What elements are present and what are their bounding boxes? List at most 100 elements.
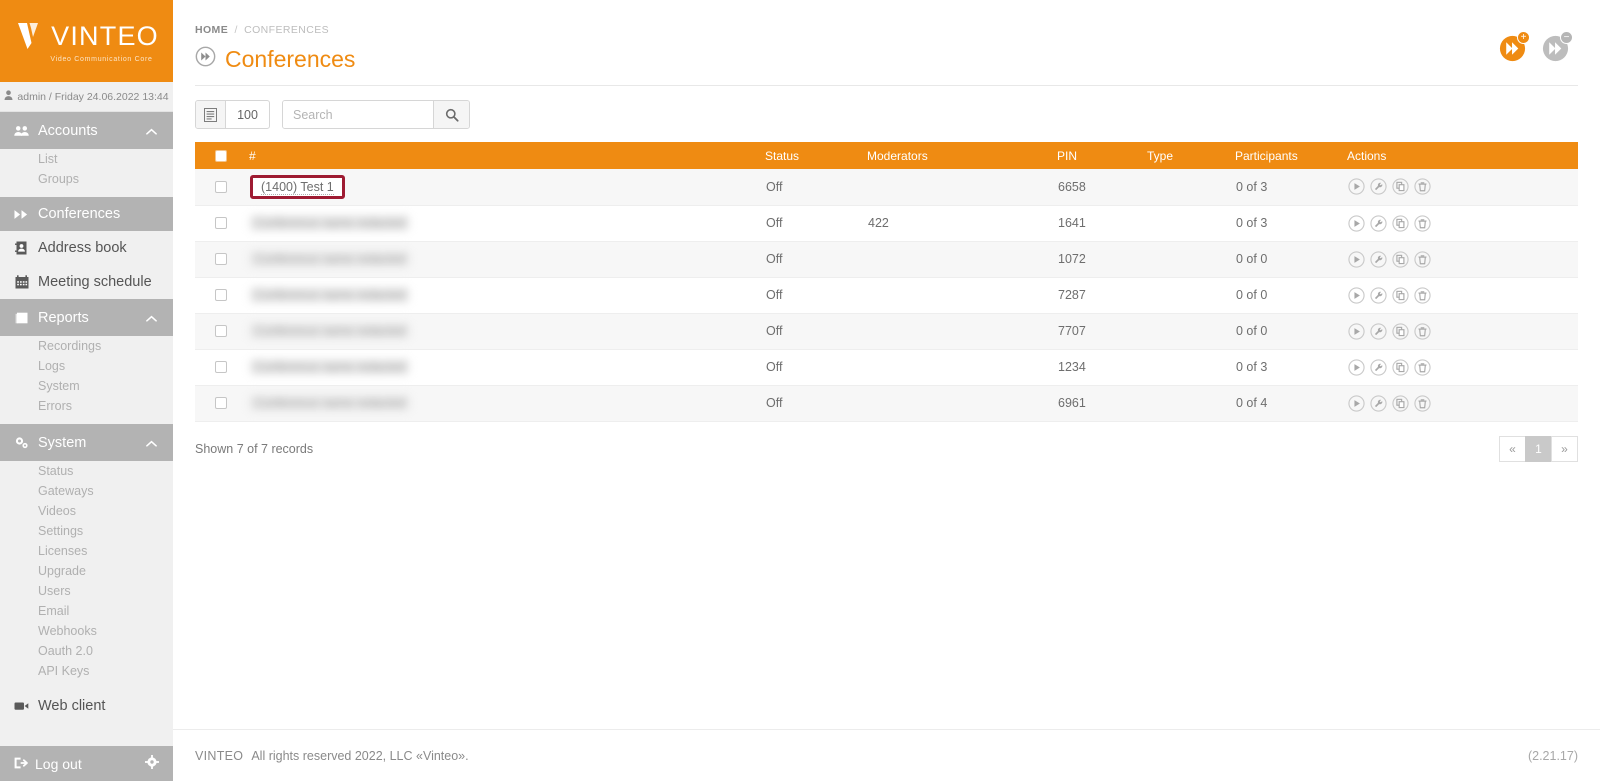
sidebar-item-settings[interactable]: Settings xyxy=(0,521,173,541)
sidebar-item-errors[interactable]: Errors xyxy=(0,396,173,416)
sidebar-item-webhooks[interactable]: Webhooks xyxy=(0,621,173,641)
sidebar-item-licenses[interactable]: Licenses xyxy=(0,541,173,561)
trash-icon[interactable] xyxy=(1414,178,1431,195)
trash-icon[interactable] xyxy=(1414,251,1431,268)
conference-name-link[interactable]: Conference name redacted xyxy=(250,251,409,267)
sidebar-item-groups[interactable]: Groups xyxy=(0,169,173,189)
conference-name-link[interactable]: (1400) Test 1 xyxy=(261,180,334,195)
sidebar-item-gateways[interactable]: Gateways xyxy=(0,481,173,501)
conference-name-link[interactable]: Conference name redacted xyxy=(250,287,409,303)
pagination-prev[interactable]: « xyxy=(1499,436,1526,462)
header-name[interactable]: # xyxy=(249,142,765,169)
search-box[interactable] xyxy=(282,100,470,129)
sidebar-group-reports[interactable]: Reports xyxy=(0,299,173,336)
sidebar-item-web-client[interactable]: Web client xyxy=(0,689,173,723)
sidebar-item-conferences[interactable]: Conferences xyxy=(0,197,173,231)
sidebar-item-address-book-label: Address book xyxy=(38,240,127,256)
pagination-next[interactable]: » xyxy=(1551,436,1578,462)
header-type[interactable]: Type xyxy=(1147,142,1235,169)
table-row[interactable]: (1400) Test 1Off66580 of 3 xyxy=(195,169,1578,205)
play-icon[interactable] xyxy=(1348,178,1365,195)
sidebar-item-videos[interactable]: Videos xyxy=(0,501,173,521)
search-input[interactable] xyxy=(283,101,433,128)
sidebar-item-recordings[interactable]: Recordings xyxy=(0,336,173,356)
wrench-icon[interactable] xyxy=(1370,178,1387,195)
trash-icon[interactable] xyxy=(1414,287,1431,304)
sidebar-group-accounts[interactable]: Accounts xyxy=(0,112,173,149)
list-icon[interactable] xyxy=(196,101,226,128)
gear-icon[interactable] xyxy=(145,755,159,772)
play-icon[interactable] xyxy=(1348,287,1365,304)
row-checkbox[interactable] xyxy=(215,325,227,337)
sidebar-item-status[interactable]: Status xyxy=(0,461,173,481)
sidebar-item-address-book[interactable]: Address book xyxy=(0,231,173,265)
row-checkbox[interactable] xyxy=(215,397,227,409)
table-row[interactable]: Conference name redactedOff77070 of 0 xyxy=(195,313,1578,349)
row-checkbox[interactable] xyxy=(215,289,227,301)
sidebar-item-upgrade[interactable]: Upgrade xyxy=(0,561,173,581)
header-pin[interactable]: PIN xyxy=(1057,142,1147,169)
clone-icon[interactable] xyxy=(1392,323,1409,340)
sidebar-item-meeting-schedule[interactable]: Meeting schedule xyxy=(0,265,173,299)
select-all-checkbox[interactable] xyxy=(215,150,227,162)
conferences-table-container: # Status Moderators PIN Type Participant… xyxy=(173,129,1600,422)
play-icon[interactable] xyxy=(1348,215,1365,232)
brand-logo[interactable]: VINTEO Video Communication Core xyxy=(0,0,173,82)
play-icon[interactable] xyxy=(1348,251,1365,268)
clone-icon[interactable] xyxy=(1392,359,1409,376)
pagination-page-1[interactable]: 1 xyxy=(1525,436,1552,462)
remove-badge: − xyxy=(1560,31,1573,44)
trash-icon[interactable] xyxy=(1414,215,1431,232)
table-row[interactable]: Conference name redactedOff10720 of 0 xyxy=(195,241,1578,277)
row-checkbox[interactable] xyxy=(215,253,227,265)
table-row[interactable]: Conference name redactedOff69610 of 4 xyxy=(195,385,1578,421)
wrench-icon[interactable] xyxy=(1370,287,1387,304)
header-moderators[interactable]: Moderators xyxy=(867,142,1057,169)
sidebar-item-list[interactable]: List xyxy=(0,149,173,169)
per-page-input[interactable]: 100 xyxy=(226,101,269,128)
row-checkbox[interactable] xyxy=(215,217,227,229)
per-page-control[interactable]: 100 xyxy=(195,100,270,129)
row-checkbox[interactable] xyxy=(215,361,227,373)
row-checkbox[interactable] xyxy=(215,181,227,193)
clone-icon[interactable] xyxy=(1392,395,1409,412)
wrench-icon[interactable] xyxy=(1370,395,1387,412)
clone-icon[interactable] xyxy=(1392,178,1409,195)
sidebar-item-logs[interactable]: Logs xyxy=(0,356,173,376)
table-row[interactable]: Conference name redactedOff72870 of 0 xyxy=(195,277,1578,313)
conference-name-link[interactable]: Conference name redacted xyxy=(250,323,409,339)
header-participants[interactable]: Participants xyxy=(1235,142,1347,169)
clone-icon[interactable] xyxy=(1392,251,1409,268)
wrench-icon[interactable] xyxy=(1370,251,1387,268)
wrench-icon[interactable] xyxy=(1370,215,1387,232)
sidebar-group-system[interactable]: System xyxy=(0,424,173,461)
clone-icon[interactable] xyxy=(1392,287,1409,304)
remove-conference-button[interactable]: − xyxy=(1541,34,1570,63)
sidebar-item-users[interactable]: Users xyxy=(0,581,173,601)
table-row[interactable]: Conference name redactedOff42216410 of 3 xyxy=(195,205,1578,241)
search-button[interactable] xyxy=(433,101,469,128)
sidebar-item-api-keys[interactable]: API Keys xyxy=(0,661,173,681)
sidebar-item-reports-system[interactable]: System xyxy=(0,376,173,396)
conference-name-link[interactable]: Conference name redacted xyxy=(250,215,409,231)
conference-name-link[interactable]: Conference name redacted xyxy=(250,395,409,411)
trash-icon[interactable] xyxy=(1414,395,1431,412)
conference-name-link[interactable]: Conference name redacted xyxy=(250,359,409,375)
cell-type xyxy=(1147,385,1235,421)
table-row[interactable]: Conference name redactedOff12340 of 3 xyxy=(195,349,1578,385)
add-conference-button[interactable]: + xyxy=(1498,34,1527,63)
header-status[interactable]: Status xyxy=(765,142,867,169)
clone-icon[interactable] xyxy=(1392,215,1409,232)
logout-button[interactable]: Log out xyxy=(0,746,173,781)
wrench-icon[interactable] xyxy=(1370,323,1387,340)
sidebar-item-oauth[interactable]: Oauth 2.0 xyxy=(0,641,173,661)
breadcrumb-home[interactable]: HOME xyxy=(195,24,228,36)
footer-copyright: All rights reserved 2022, LLC «Vinteo». xyxy=(251,749,468,763)
wrench-icon[interactable] xyxy=(1370,359,1387,376)
play-icon[interactable] xyxy=(1348,323,1365,340)
trash-icon[interactable] xyxy=(1414,323,1431,340)
play-icon[interactable] xyxy=(1348,359,1365,376)
trash-icon[interactable] xyxy=(1414,359,1431,376)
play-icon[interactable] xyxy=(1348,395,1365,412)
sidebar-item-email[interactable]: Email xyxy=(0,601,173,621)
